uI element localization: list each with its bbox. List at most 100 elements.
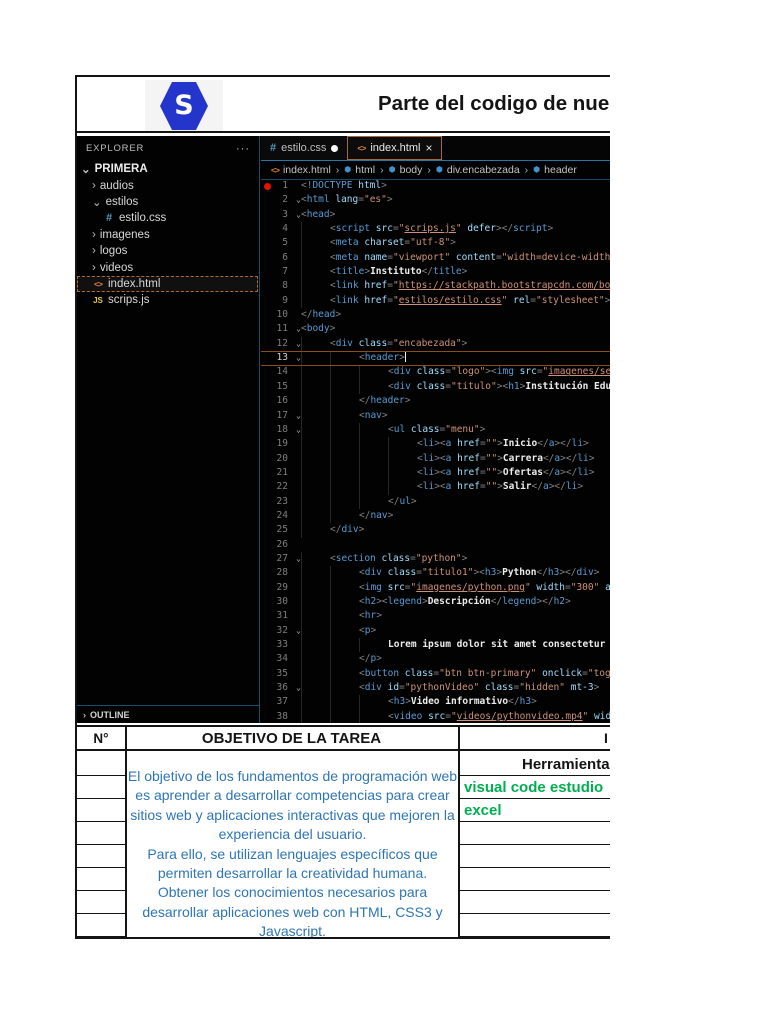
gutter[interactable]: 6 bbox=[261, 251, 301, 265]
gutter[interactable]: 1 bbox=[261, 179, 301, 193]
outline-section[interactable]: OUTLINE bbox=[77, 705, 259, 723]
token: ></ bbox=[560, 466, 578, 478]
gutter[interactable]: 20 bbox=[261, 452, 301, 466]
modified-dot-icon[interactable] bbox=[331, 144, 339, 152]
fold-chevron-icon[interactable] bbox=[296, 351, 301, 365]
token: li bbox=[571, 438, 584, 450]
token: >< bbox=[434, 481, 446, 493]
token: > bbox=[588, 452, 595, 464]
indent-guide bbox=[330, 480, 359, 495]
breakpoint-icon[interactable] bbox=[264, 182, 271, 190]
tree-item-videos[interactable]: videos bbox=[77, 259, 258, 275]
token: > bbox=[588, 466, 595, 478]
breadcrumb-item-body[interactable]: body bbox=[389, 164, 423, 176]
line-number: 31 bbox=[276, 610, 288, 622]
breadcrumb-item-header[interactable]: header bbox=[533, 164, 577, 176]
close-icon[interactable] bbox=[425, 141, 432, 155]
fold-chevron-icon[interactable] bbox=[296, 552, 301, 566]
token: Institución Educati bbox=[525, 380, 610, 392]
tab-estilo-css[interactable]: estilo.css bbox=[261, 136, 348, 160]
indent-guide bbox=[330, 566, 359, 581]
breadcrumb-label: html bbox=[355, 164, 376, 176]
gutter[interactable]: 22 bbox=[261, 480, 301, 494]
token: "es" bbox=[363, 194, 387, 206]
breadcrumb-item-index-html[interactable]: index.html bbox=[271, 164, 331, 176]
tab-index-html[interactable]: index.html bbox=[347, 136, 443, 160]
tree-item-index-html[interactable]: index.html bbox=[77, 275, 258, 293]
tree-item-estilo-css[interactable]: estilo.css bbox=[77, 210, 258, 226]
fold-chevron-icon[interactable] bbox=[296, 337, 301, 351]
tree-item-imagenes[interactable]: imagenes bbox=[77, 227, 258, 243]
gutter[interactable]: 16 bbox=[261, 394, 301, 408]
fold-chevron-icon[interactable] bbox=[296, 423, 301, 437]
indent-guide bbox=[359, 379, 388, 395]
indent-guide bbox=[301, 451, 330, 466]
gutter[interactable]: 23 bbox=[261, 495, 301, 509]
fold-chevron-icon[interactable] bbox=[296, 322, 301, 336]
tree-item-audios[interactable]: audios bbox=[77, 177, 258, 193]
vscode-window: EXPLORER PRIMERA audios estilos estilo.css i… bbox=[77, 136, 610, 723]
token: </ bbox=[537, 438, 549, 450]
tree-item-scrips-js[interactable]: scrips.js bbox=[77, 292, 258, 308]
fold-chevron-icon[interactable] bbox=[296, 681, 301, 695]
gutter[interactable]: 28 bbox=[261, 566, 301, 580]
gutter[interactable]: 12 bbox=[261, 337, 301, 351]
gutter[interactable]: 5 bbox=[261, 236, 301, 250]
more-actions-icon[interactable] bbox=[236, 143, 250, 155]
fold-chevron-icon[interactable] bbox=[296, 409, 301, 423]
token: href bbox=[358, 294, 388, 306]
symbol-cube-icon bbox=[436, 166, 443, 174]
tree-item-estilos[interactable]: estilos bbox=[77, 194, 258, 210]
gutter[interactable]: 17 bbox=[261, 409, 301, 423]
code-line-20: 20 <li><a href="">Carrera</a></li> bbox=[261, 451, 610, 466]
code-line-1: 1 <!DOCTYPE html> bbox=[261, 179, 610, 193]
gutter[interactable]: 37 bbox=[261, 695, 301, 709]
gutter[interactable]: 14 bbox=[261, 365, 301, 379]
gutter[interactable]: 13 bbox=[261, 351, 301, 365]
gutter[interactable]: 27 bbox=[261, 552, 301, 566]
tree-item-logos[interactable]: logos bbox=[77, 243, 258, 259]
token: class bbox=[352, 337, 388, 349]
token: </ bbox=[421, 266, 434, 278]
code-area[interactable]: 1<!DOCTYPE html>2<html lang="es">3<head>… bbox=[261, 179, 610, 723]
gutter[interactable]: 7 bbox=[261, 265, 301, 279]
gutter[interactable]: 30 bbox=[261, 595, 301, 609]
gutter[interactable]: 9 bbox=[261, 294, 301, 308]
tree-root-primera[interactable]: PRIMERA bbox=[77, 161, 258, 177]
gutter[interactable]: 31 bbox=[261, 609, 301, 623]
token: >< bbox=[434, 466, 446, 478]
indent-guide bbox=[301, 236, 330, 251]
gutter[interactable]: 38 bbox=[261, 710, 301, 723]
gutter[interactable]: 4 bbox=[261, 222, 301, 236]
gutter[interactable]: 15 bbox=[261, 380, 301, 394]
fold-chevron-icon[interactable] bbox=[296, 193, 301, 207]
indent-guide bbox=[301, 394, 330, 409]
gutter[interactable]: 34 bbox=[261, 652, 301, 666]
gutter[interactable]: 8 bbox=[261, 279, 301, 293]
gutter[interactable]: 25 bbox=[261, 523, 301, 537]
gutter[interactable]: 18 bbox=[261, 423, 301, 437]
gutter[interactable]: 32 bbox=[261, 624, 301, 638]
token: > bbox=[593, 567, 600, 579]
gutter[interactable]: 10 bbox=[261, 308, 301, 322]
chevron-down-icon bbox=[92, 195, 102, 209]
token: div bbox=[364, 682, 382, 694]
token: href bbox=[451, 466, 480, 478]
task-table: N° OBJETIVO DE LA TAREA I El objetivo de… bbox=[77, 725, 610, 939]
fold-chevron-icon[interactable] bbox=[296, 624, 301, 638]
gutter[interactable]: 2 bbox=[261, 193, 301, 207]
breadcrumb-item-html[interactable]: html bbox=[344, 164, 375, 176]
fold-chevron-icon[interactable] bbox=[296, 208, 301, 222]
gutter[interactable]: 3 bbox=[261, 208, 301, 222]
gutter[interactable]: 29 bbox=[261, 581, 301, 595]
gutter[interactable]: 36 bbox=[261, 681, 301, 695]
gutter[interactable]: 33 bbox=[261, 638, 301, 652]
token: button bbox=[364, 667, 400, 679]
breadcrumb-item-div-encabezada[interactable]: div.encabezada bbox=[436, 164, 520, 176]
gutter[interactable]: 19 bbox=[261, 437, 301, 451]
gutter[interactable]: 35 bbox=[261, 667, 301, 681]
gutter[interactable]: 24 bbox=[261, 509, 301, 523]
gutter[interactable]: 21 bbox=[261, 466, 301, 480]
gutter[interactable]: 11 bbox=[261, 322, 301, 336]
gutter[interactable]: 26 bbox=[261, 538, 301, 552]
